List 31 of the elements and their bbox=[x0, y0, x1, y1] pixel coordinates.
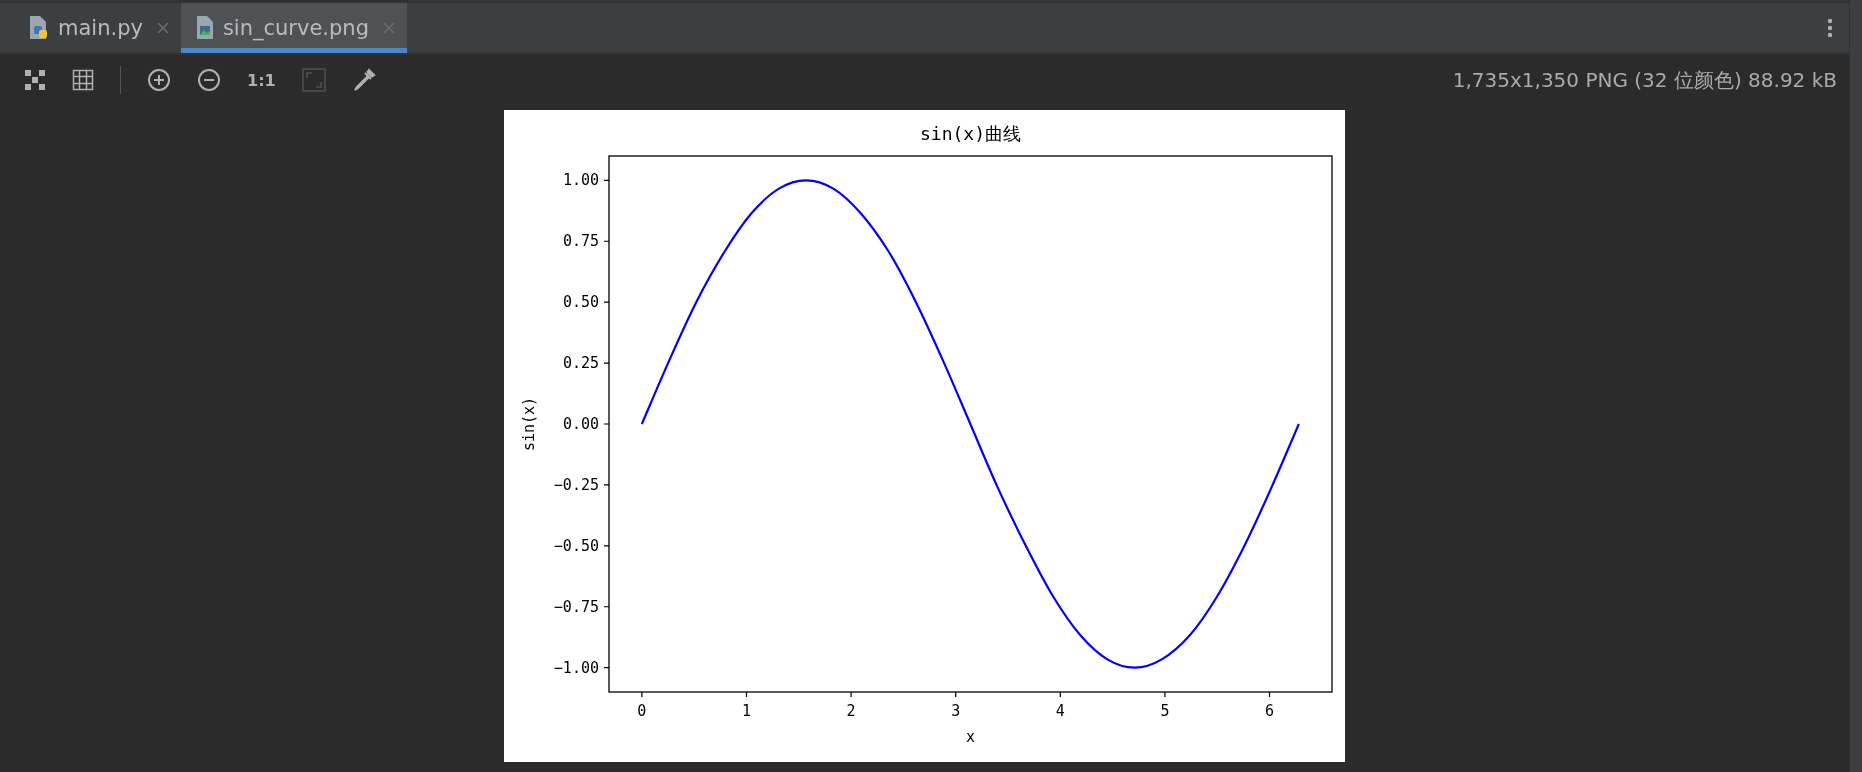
editor-tab[interactable]: main.py bbox=[14, 3, 181, 53]
tick-label: 4 bbox=[1055, 702, 1065, 720]
tick-label: 1 bbox=[741, 702, 751, 720]
zoom-in-icon[interactable] bbox=[147, 68, 171, 92]
checkerboard-icon[interactable] bbox=[24, 69, 46, 91]
image-info: 1,735x1,350 PNG (32 位颜色) 88.92 kB bbox=[1452, 66, 1837, 94]
tick-label: 0 bbox=[637, 702, 647, 720]
python-file-icon bbox=[28, 15, 50, 41]
chart-title: sin(x)曲线 bbox=[920, 123, 1021, 144]
tick-label: 2 bbox=[846, 702, 856, 720]
more-options-icon[interactable] bbox=[1827, 18, 1833, 38]
axis-label: x bbox=[966, 728, 975, 746]
zoom-out-icon[interactable] bbox=[197, 68, 221, 92]
tick-label: 0.50 bbox=[562, 293, 599, 312]
actual-size-button[interactable]: 1:1 bbox=[247, 70, 276, 90]
tick-label: 3 bbox=[951, 702, 961, 720]
tick-label: −0.75 bbox=[553, 597, 599, 616]
tick-label: 5 bbox=[1160, 702, 1170, 720]
tick-label: −0.50 bbox=[553, 536, 599, 555]
eyedropper-icon[interactable] bbox=[351, 68, 376, 92]
tick-label: 0.25 bbox=[562, 354, 599, 373]
grid-icon[interactable] bbox=[72, 69, 94, 91]
tick-label: −1.00 bbox=[553, 658, 599, 677]
tick-label: −0.25 bbox=[553, 475, 599, 494]
tick-label: 6 bbox=[1265, 702, 1275, 720]
image-file-icon bbox=[194, 15, 215, 41]
tick-label: 1.00 bbox=[562, 171, 599, 190]
tick-label: 0.75 bbox=[562, 232, 599, 251]
axis-label: sin(x) bbox=[520, 396, 538, 452]
editor-tab[interactable]: sin_curve.png bbox=[180, 3, 407, 53]
tick-label: 0.00 bbox=[562, 415, 599, 433]
